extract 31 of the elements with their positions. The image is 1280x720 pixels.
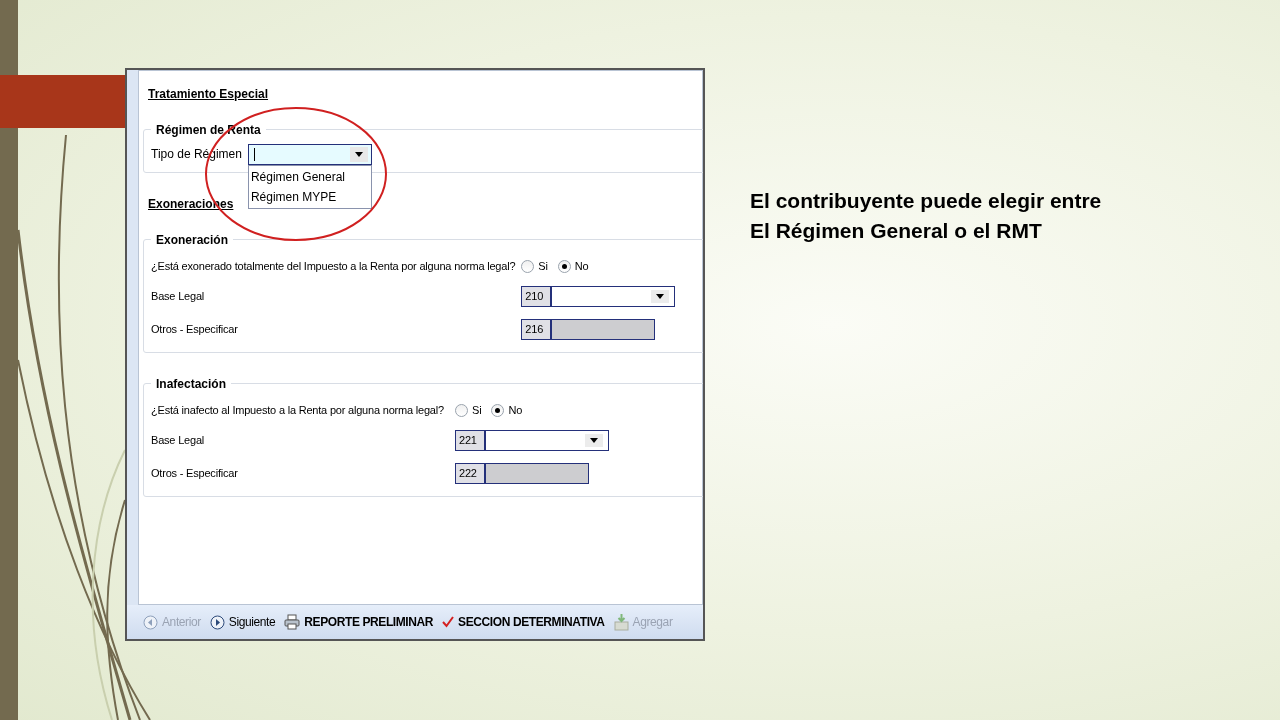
- field-code: 222: [455, 463, 485, 484]
- field-code: 210: [521, 286, 552, 307]
- select-field[interactable]: [485, 430, 609, 451]
- field-code: 221: [455, 430, 485, 451]
- caret-icon: [651, 290, 670, 303]
- slide-caption: El contribuyente puede elegir entre El Régimen General o el RMT: [750, 188, 1102, 244]
- toolbar-button[interactable]: REPORTE PRELIMINAR: [284, 613, 434, 631]
- field-label: Otros - Especificar: [151, 466, 239, 481]
- radio-option[interactable]: Si: [455, 401, 482, 419]
- field-code: 216: [521, 319, 552, 340]
- toolbar-button[interactable]: SECCION DETERMINATIVA: [442, 613, 605, 631]
- select-field[interactable]: [551, 286, 676, 307]
- dropdown-option[interactable]: Régimen General: [248, 166, 371, 187]
- download-tray-icon: [613, 613, 629, 631]
- toolbar-button[interactable]: Siguiente: [209, 613, 276, 631]
- radio-option[interactable]: No: [491, 401, 523, 419]
- dropdown-option[interactable]: Régimen MYPE: [248, 186, 371, 207]
- caret-icon: [349, 146, 368, 162]
- question-text: ¿Está inafecto al Impuesto a la Renta por alguna norma legal?: [151, 403, 445, 418]
- checkmark-icon: [442, 616, 455, 628]
- radio-option[interactable]: Si: [521, 257, 548, 275]
- field-label: Otros - Especificar: [151, 322, 239, 337]
- text-field[interactable]: [485, 463, 589, 484]
- form-title: Tratamiento Especial: [148, 86, 269, 103]
- radio-option[interactable]: No: [557, 257, 589, 275]
- caret-icon: [585, 434, 603, 447]
- question-text: ¿Está exonerado totalmente del Impuesto a la Renta por alguna norma legal?: [151, 259, 517, 274]
- field-label: Base Legal: [151, 433, 206, 448]
- text-field[interactable]: [551, 319, 656, 340]
- printer-icon: [284, 614, 301, 630]
- field-label: Base Legal: [151, 289, 206, 304]
